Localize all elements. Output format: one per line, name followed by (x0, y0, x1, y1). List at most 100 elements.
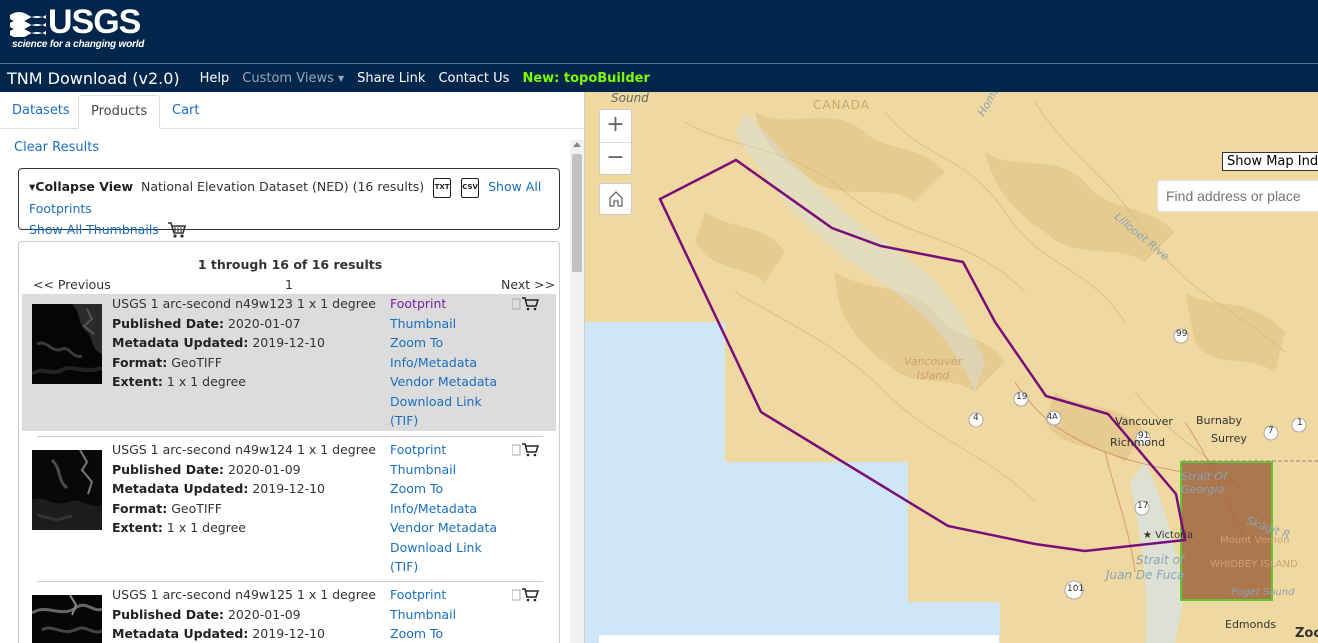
format-label: Format: (112, 500, 168, 516)
published-label: Published Date: (112, 315, 224, 331)
collapse-view-label: Collapse View (35, 179, 134, 194)
show-map-index-button[interactable]: Show Map Inde (1222, 152, 1318, 171)
dataset-header-box: ▾Collapse View National Elevation Datase… (18, 168, 560, 238)
format-value: GeoTIFF (171, 500, 222, 516)
scrollbar[interactable] (570, 140, 584, 643)
add-to-cart-icon[interactable] (512, 297, 540, 311)
caret-down-icon: ▼ (338, 73, 345, 83)
published-date: 2020-01-09 (227, 606, 301, 622)
result-actions: Footprint Thumbnail Zoom To (390, 585, 456, 643)
page-number[interactable]: 1 (285, 277, 293, 292)
result-thumbnail[interactable] (32, 304, 102, 384)
thumbnail-link[interactable]: Thumbnail (390, 605, 456, 625)
result-actions: Footprint Thumbnail Zoom To Info/Metadat… (390, 294, 497, 431)
metadata-updated-date: 2019-12-10 (252, 481, 325, 496)
usgs-header: USGS science for a changing world (0, 0, 1318, 63)
result-item: USGS 1 arc-second n49w123 1 x 1 degree P… (22, 294, 556, 431)
info-metadata-link[interactable]: Info/Metadata (390, 499, 497, 519)
zoom-to-link[interactable]: Zoom To (390, 624, 456, 643)
highway-4: 4 (973, 413, 979, 423)
result-thumbnail[interactable] (32, 595, 102, 643)
metadata-updated-label: Metadata Updated: (112, 481, 249, 496)
extent-value: 1 x 1 degree (166, 374, 246, 389)
extent-value: 1 x 1 degree (166, 520, 246, 535)
download-link[interactable]: Download Link (390, 538, 497, 558)
tab-datasets[interactable]: Datasets (0, 95, 82, 129)
tab-cart[interactable]: Cart (160, 95, 212, 129)
zoom-to-link[interactable]: Zoom To (390, 479, 497, 499)
footprint-link[interactable]: Footprint (390, 294, 497, 314)
map-label-sound: Sound (611, 92, 649, 105)
metadata-updated-label: Metadata Updated: (112, 626, 249, 641)
map-label-edmonds: Edmonds (1225, 618, 1277, 631)
result-item: USGS 1 arc-second n49w124 1 x 1 degree P… (22, 440, 556, 577)
highway-17: 17 (1137, 501, 1149, 511)
results-box: 1 through 16 of 16 results << Previous 1… (18, 241, 560, 643)
published-label: Published Date: (112, 461, 224, 477)
result-thumbnail[interactable] (32, 450, 102, 530)
map-label-canada: CANADA (813, 98, 871, 112)
home-button[interactable] (599, 183, 632, 215)
result-divider (37, 436, 543, 437)
zoom-in-button[interactable]: + (600, 110, 631, 142)
next-page-link[interactable]: Next >> (501, 277, 555, 292)
info-metadata-link[interactable]: Info/Metadata (390, 353, 497, 373)
nav-contact-us[interactable]: Contact Us (438, 71, 509, 86)
vendor-metadata-link[interactable]: Vendor Metadata (390, 518, 497, 538)
previous-page-link[interactable]: << Previous (33, 277, 111, 292)
scrollbar-thumb[interactable] (572, 154, 582, 272)
format-label: Format: (112, 354, 168, 370)
map-label-vancouver: Vancouver (1115, 415, 1173, 428)
nav-share-link[interactable]: Share Link (357, 71, 425, 86)
thumbnail-link[interactable]: Thumbnail (390, 460, 497, 480)
highway-99: 99 (1176, 329, 1188, 339)
map-label-puget-sound: Puget Sound (1231, 587, 1295, 598)
home-icon (608, 191, 623, 207)
nav-help[interactable]: Help (200, 71, 230, 86)
map-zoom-label: Zoo (1295, 626, 1318, 641)
add-to-cart-icon[interactable] (512, 443, 540, 457)
map-label-victoria-text: Victoria (1155, 530, 1194, 541)
vendor-metadata-link[interactable]: Vendor Metadata (390, 372, 497, 392)
show-all-thumbnails-link[interactable]: Show All Thumbnails (29, 222, 159, 237)
collapse-view-toggle[interactable]: ▾Collapse View (29, 179, 133, 194)
clear-results-link[interactable]: Clear Results (14, 140, 99, 155)
nav-custom-views-label: Custom Views (242, 70, 334, 86)
zoom-to-link[interactable]: Zoom To (390, 333, 497, 353)
tab-products[interactable]: Products (78, 95, 161, 129)
nav-topobuilder[interactable]: New: topoBuilder (522, 71, 649, 86)
txt-label: TXT (434, 182, 450, 191)
map-view[interactable]: Sound CANADA Homathko River Lillooet Riv… (585, 92, 1318, 643)
txt-export-icon[interactable]: TXT (433, 177, 452, 198)
app-title[interactable]: TNM Download (v2.0) (0, 69, 180, 88)
logo-tagline: science for a changing world (12, 39, 145, 50)
map-bottom-panel (599, 635, 999, 643)
top-nav: TNM Download (v2.0) Help Custom Views ▼ … (0, 63, 1318, 92)
result-metadata: USGS 1 arc-second n49w125 1 x 1 degree P… (112, 585, 376, 643)
extent-label: Extent: (112, 374, 163, 389)
map-label-whidbey: WHIDBEY ISLAND (1210, 559, 1298, 570)
footprint-link[interactable]: Footprint (390, 440, 497, 460)
highway-91: 91 (1138, 431, 1150, 441)
download-format[interactable]: (TIF) (390, 411, 497, 431)
usgs-logo[interactable]: USGS science for a changing world (10, 5, 145, 50)
zoom-out-button[interactable]: − (600, 142, 631, 174)
map-label-strait-of-georgia: Strait Of Georgia (1181, 470, 1227, 496)
published-date: 2020-01-07 (227, 315, 301, 331)
address-search-input[interactable] (1157, 180, 1318, 212)
csv-export-icon[interactable]: CSV (461, 177, 480, 198)
csv-label: CSV (462, 182, 478, 191)
format-value: GeoTIFF (171, 354, 222, 370)
nav-custom-views[interactable]: Custom Views ▼ (242, 71, 344, 86)
left-panel: Datasets Products Cart Clear Results ▾Co… (0, 92, 585, 643)
footprint-link[interactable]: Footprint (390, 585, 456, 605)
usgs-waves-icon (10, 12, 46, 37)
download-link[interactable]: Download Link (390, 392, 497, 412)
scroll-up-icon[interactable] (573, 142, 581, 147)
result-title: USGS 1 arc-second n49w125 1 x 1 degree (112, 587, 376, 602)
results-count: 1 through 16 of 16 results (197, 257, 383, 272)
thumbnail-link[interactable]: Thumbnail (390, 314, 497, 334)
add-all-to-cart-icon[interactable] (167, 221, 187, 239)
download-format[interactable]: (TIF) (390, 557, 497, 577)
add-to-cart-icon[interactable] (512, 588, 540, 602)
